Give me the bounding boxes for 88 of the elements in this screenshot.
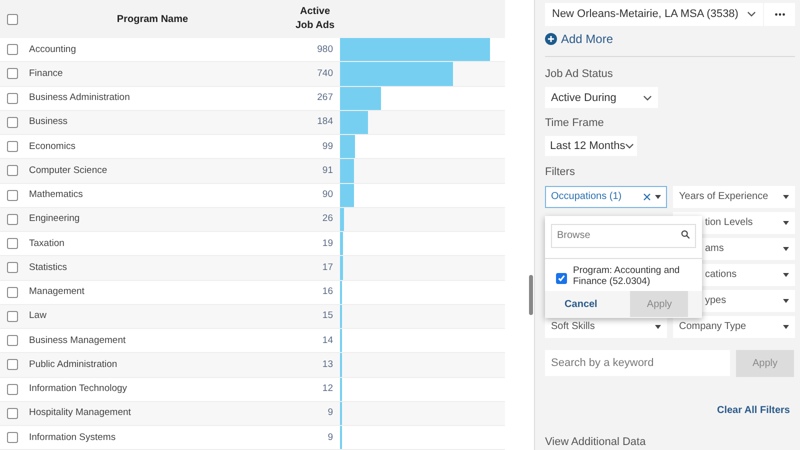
time-frame-dropdown[interactable]: Last 12 Months xyxy=(545,136,637,156)
row-checkbox[interactable] xyxy=(7,262,18,274)
row-checkbox[interactable] xyxy=(7,165,18,176)
row-checkbox[interactable] xyxy=(7,92,18,104)
caret-icon xyxy=(783,272,789,277)
program-name: Management xyxy=(28,285,86,299)
program-name: Economics xyxy=(28,140,76,154)
program-name: Public Administration xyxy=(28,358,118,372)
filter-dropdown[interactable]: Years of Experience xyxy=(673,186,795,208)
row-checkbox[interactable] xyxy=(7,116,18,128)
job-ads-count: 184 xyxy=(316,115,333,130)
more-icon xyxy=(774,12,786,16)
plus-circle-icon xyxy=(545,32,557,45)
scrollbar-thumb[interactable] xyxy=(529,275,533,315)
row-checkbox[interactable] xyxy=(7,214,18,225)
caret-icon xyxy=(655,194,661,199)
row-checkbox[interactable] xyxy=(7,432,18,444)
chevron-down-icon xyxy=(747,11,756,18)
keyword-field[interactable]: Search by a keyword xyxy=(545,350,730,376)
row-checkbox[interactable] xyxy=(7,286,18,298)
program-name: Accounting xyxy=(28,42,78,56)
caret-icon xyxy=(783,194,789,199)
job-ads-count: 9 xyxy=(326,430,333,444)
job-ads-count: 12 xyxy=(321,382,333,396)
section-label: View Additional Data xyxy=(545,434,647,450)
program-name: Business Management xyxy=(28,334,127,348)
program-name: Information Technology xyxy=(28,382,128,396)
bar xyxy=(340,159,354,182)
row-checkbox[interactable] xyxy=(7,238,18,250)
browse-field[interactable]: Browse xyxy=(551,224,696,248)
job-ads-count: 9 xyxy=(326,406,333,420)
program-name: Information Systems xyxy=(28,430,117,444)
status-dropdown[interactable]: Active During xyxy=(545,87,658,108)
add-more-link[interactable]: Add More xyxy=(545,30,614,48)
job-ads-count: 26 xyxy=(321,212,333,226)
job-ads-count: 99 xyxy=(321,140,333,154)
program-name: Law xyxy=(28,309,48,324)
select-all-checkbox[interactable] xyxy=(7,14,18,24)
section-label: Job Ad Status xyxy=(545,66,614,82)
column-header[interactable]: Active Job Ads xyxy=(295,5,335,33)
program-name: Hospitality Management xyxy=(28,406,132,420)
program-name: Business xyxy=(28,115,69,130)
caret-icon xyxy=(783,246,789,251)
job-ads-count: 90 xyxy=(321,188,333,202)
job-ads-count: 91 xyxy=(321,164,333,178)
job-ads-count: 17 xyxy=(321,260,333,275)
row-checkbox[interactable] xyxy=(7,359,18,370)
job-ads-count: 19 xyxy=(321,236,333,250)
job-ads-count: 16 xyxy=(321,285,333,299)
row-checkbox[interactable] xyxy=(7,44,18,56)
job-ads-count: 14 xyxy=(321,334,333,348)
chevron-down-icon xyxy=(625,142,634,149)
program-name: Statistics xyxy=(28,260,68,275)
job-ads-count: 13 xyxy=(321,358,333,372)
filter-dropdown[interactable]: Occupations (1) xyxy=(545,186,667,208)
row-checkbox[interactable] xyxy=(7,68,18,80)
more-button[interactable] xyxy=(764,3,795,26)
row-checkbox[interactable] xyxy=(7,310,18,322)
section-label: Filters xyxy=(545,165,576,180)
program-name: Engineering xyxy=(28,212,81,226)
program-name: Finance xyxy=(28,66,64,81)
row-checkbox[interactable] xyxy=(7,190,18,201)
caret-icon xyxy=(783,298,789,303)
caret-icon xyxy=(655,324,661,329)
program-name: Mathematics xyxy=(28,188,84,202)
row-checkbox[interactable] xyxy=(7,384,18,395)
caret-icon xyxy=(783,324,789,329)
program-name: Business Administration xyxy=(28,91,131,105)
section-label: Time Frame xyxy=(545,116,605,132)
row-checkbox[interactable] xyxy=(7,408,18,419)
cancel-button[interactable]: Cancel xyxy=(558,296,604,312)
chevron-down-icon xyxy=(643,94,652,101)
job-ads-count: 267 xyxy=(316,91,333,105)
job-ads-count: 740 xyxy=(316,66,333,81)
job-ads-count: 15 xyxy=(321,309,333,324)
location-dropdown[interactable]: New Orleans-Metairie, LA MSA (3538) xyxy=(545,3,763,26)
option-checkbox[interactable] xyxy=(556,272,567,284)
program-name: Taxation xyxy=(28,236,66,250)
caret-icon xyxy=(783,220,789,225)
row-checkbox[interactable] xyxy=(7,335,18,346)
job-ads-count: 980 xyxy=(316,42,333,56)
filter-dropdown[interactable]: Company Type xyxy=(673,316,795,338)
program-name: Computer Science xyxy=(28,164,108,178)
clear-filters-link[interactable]: Clear All Filters xyxy=(717,402,790,418)
close-icon[interactable] xyxy=(643,192,651,201)
row-checkbox[interactable] xyxy=(7,141,18,152)
column-header[interactable]: Program Name xyxy=(116,12,188,26)
search-icon xyxy=(681,230,690,239)
